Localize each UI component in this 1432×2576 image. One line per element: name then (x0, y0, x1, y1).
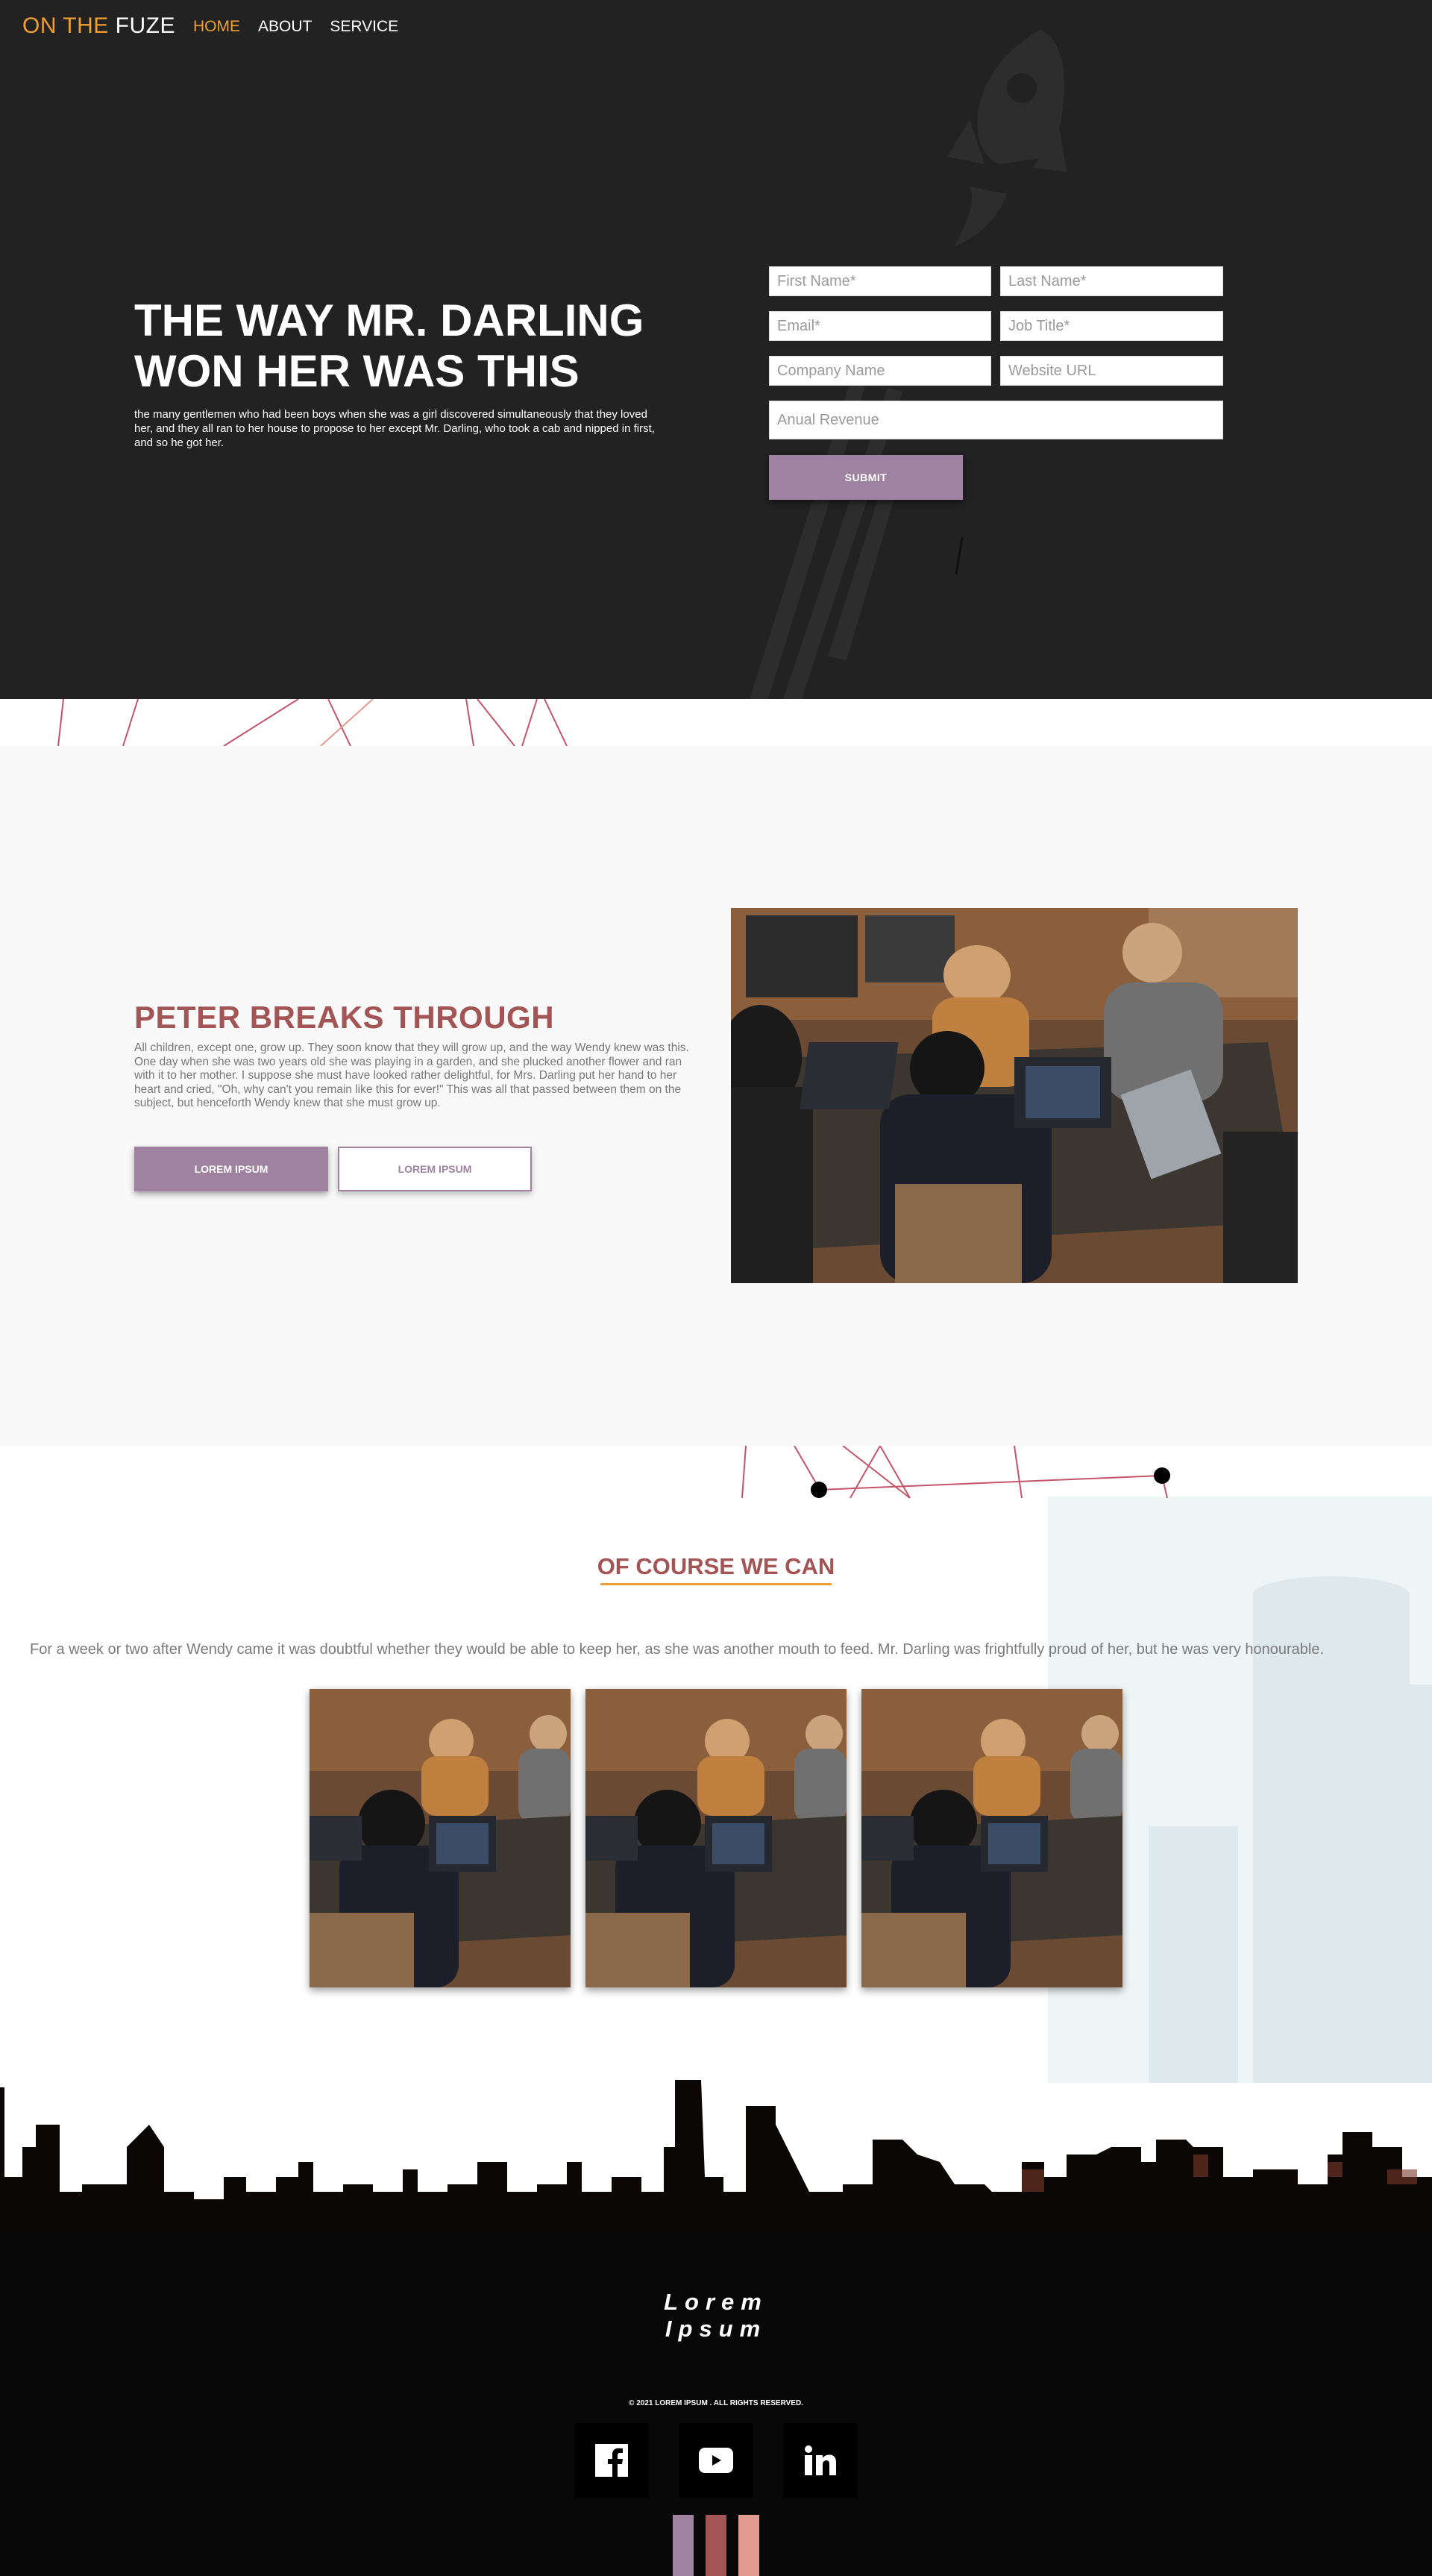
first-name-field[interactable] (769, 266, 991, 296)
linkedin-link[interactable] (783, 2423, 858, 2498)
footer-logo-line2: Ipsum (665, 2316, 767, 2342)
footer-logo-line1: Lorem (664, 2289, 768, 2315)
footer-logo[interactable]: Lorem Ipsum (0, 2289, 1432, 2342)
hero-title-line2: WON HER WAS THIS (134, 346, 580, 396)
youtube-icon (699, 2448, 733, 2473)
main-nav: HOME ABOUT SERVICE (193, 18, 416, 36)
decorative-lines-top (0, 699, 1432, 746)
facebook-link[interactable] (574, 2423, 649, 2498)
color-swatch (738, 2515, 759, 2576)
facebook-icon (595, 2444, 628, 2477)
revenue-field[interactable] (769, 401, 1223, 439)
gallery-card[interactable] (310, 1689, 571, 1987)
city-skyline (0, 2080, 1432, 2229)
hero-text: the many gentlemen who had been boys whe… (134, 408, 655, 449)
nav-about[interactable]: ABOUT (258, 18, 312, 36)
hero-title-line1: THE WAY MR. DARLING (134, 295, 644, 345)
gallery-card[interactable] (585, 1689, 847, 1987)
email-field[interactable] (769, 311, 991, 341)
youtube-link[interactable] (679, 2423, 753, 2498)
color-swatch (673, 2515, 694, 2576)
section-text: All children, except one, grow up. They … (134, 1041, 689, 1109)
nav-home[interactable]: HOME (193, 18, 240, 36)
company-field[interactable] (769, 356, 991, 386)
submit-button[interactable]: SUBMIT (769, 455, 963, 500)
peter-section: PETER BREAKS THROUGH All children, excep… (0, 746, 1432, 1446)
job-title-field[interactable] (1000, 311, 1223, 341)
hero-title: THE WAY MR. DARLING WON HER WAS THIS (134, 295, 716, 397)
section-title: OF COURSE WE CAN (597, 1553, 835, 1579)
gallery-card[interactable] (861, 1689, 1122, 1987)
last-name-field[interactable] (1000, 266, 1223, 296)
footer: Lorem Ipsum © 2021 LOREM IPSUM . ALL RIG… (0, 2229, 1432, 2576)
lorem-secondary-button[interactable]: LOREM IPSUM (338, 1147, 532, 1191)
brand-part1: ON THE (22, 13, 109, 38)
brand-part2: FUZE (115, 13, 175, 38)
brand-logo[interactable]: ON THE FUZE (22, 13, 175, 39)
website-field[interactable] (1000, 356, 1223, 386)
lorem-primary-button[interactable]: LOREM IPSUM (134, 1147, 328, 1191)
team-photo (731, 908, 1298, 1283)
title-underline (600, 1583, 832, 1585)
of-course-section: OF COURSE WE CAN For a week or two after… (0, 1446, 1432, 2229)
nav-service[interactable]: SERVICE (330, 18, 398, 36)
copyright: © 2021 LOREM IPSUM . ALL RIGHTS RESERVED… (629, 2399, 803, 2407)
hero-section: ON THE FUZE HOME ABOUT SERVICE THE WAY M… (0, 0, 1432, 699)
section-title: PETER BREAKS THROUGH (134, 1000, 555, 1035)
section-text: For a week or two after Wendy came it wa… (30, 1641, 1325, 1658)
linkedin-icon (805, 2445, 836, 2475)
color-swatch (706, 2515, 726, 2576)
